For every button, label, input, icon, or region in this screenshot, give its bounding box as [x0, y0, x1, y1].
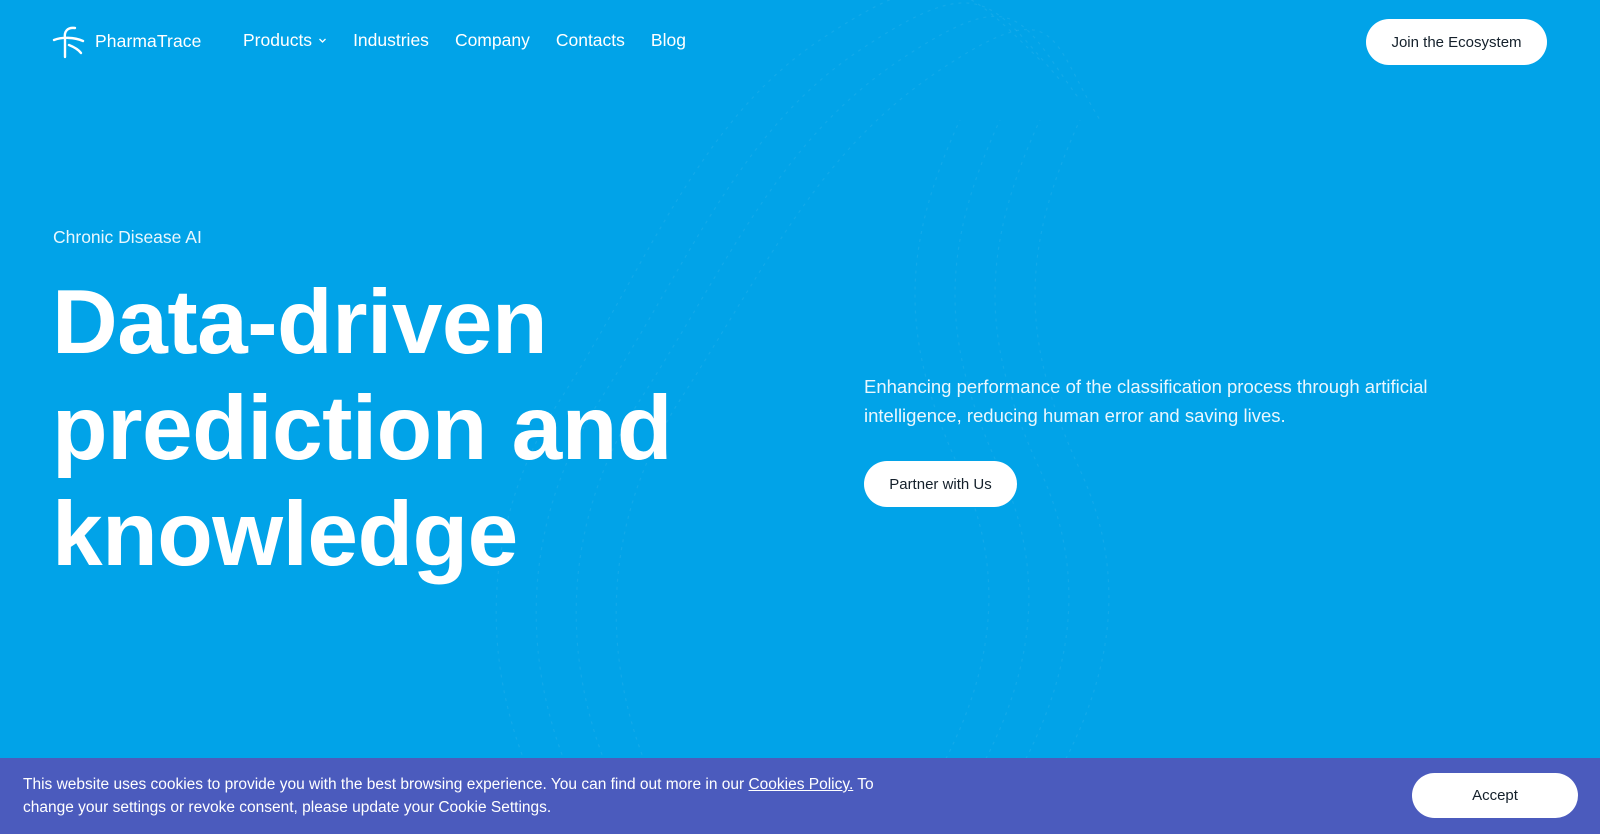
- nav-item-label: Blog: [650, 30, 686, 50]
- hero-eyebrow: Chronic Disease AI: [53, 227, 202, 247]
- nav-item-label: Company: [454, 30, 530, 50]
- hero-headline: Data-driven prediction and knowledge: [52, 272, 672, 585]
- cookie-text-before: This website uses cookies to provide you…: [23, 776, 749, 793]
- cookies-policy-link[interactable]: Cookies Policy.: [748, 776, 853, 793]
- brand-name: PharmaTrace: [95, 31, 202, 51]
- pharmatrace-logo-icon: [52, 26, 85, 59]
- main-nav: Products Industries Company Contacts Blo…: [243, 30, 712, 51]
- nav-item-company[interactable]: Company: [455, 30, 530, 51]
- cookie-banner: This website uses cookies to provide you…: [0, 758, 1600, 834]
- nav-item-blog[interactable]: Blog: [651, 30, 686, 51]
- nav-item-products[interactable]: Products: [243, 30, 327, 51]
- brand-logo[interactable]: PharmaTrace: [52, 24, 201, 59]
- nav-item-contacts[interactable]: Contacts: [556, 30, 625, 51]
- accept-cookies-button[interactable]: Accept: [1412, 773, 1578, 818]
- cookie-message: This website uses cookies to provide you…: [23, 773, 903, 819]
- nav-item-industries[interactable]: Industries: [353, 30, 429, 51]
- nav-item-label: Products: [243, 30, 313, 50]
- partner-with-us-button[interactable]: Partner with Us: [864, 461, 1017, 507]
- chevron-down-icon: [319, 38, 327, 43]
- nav-item-label: Contacts: [555, 30, 625, 50]
- hero-description: Enhancing performance of the classificat…: [864, 376, 1428, 426]
- nav-item-label: Industries: [353, 30, 429, 50]
- join-ecosystem-button[interactable]: Join the Ecosystem: [1366, 19, 1547, 65]
